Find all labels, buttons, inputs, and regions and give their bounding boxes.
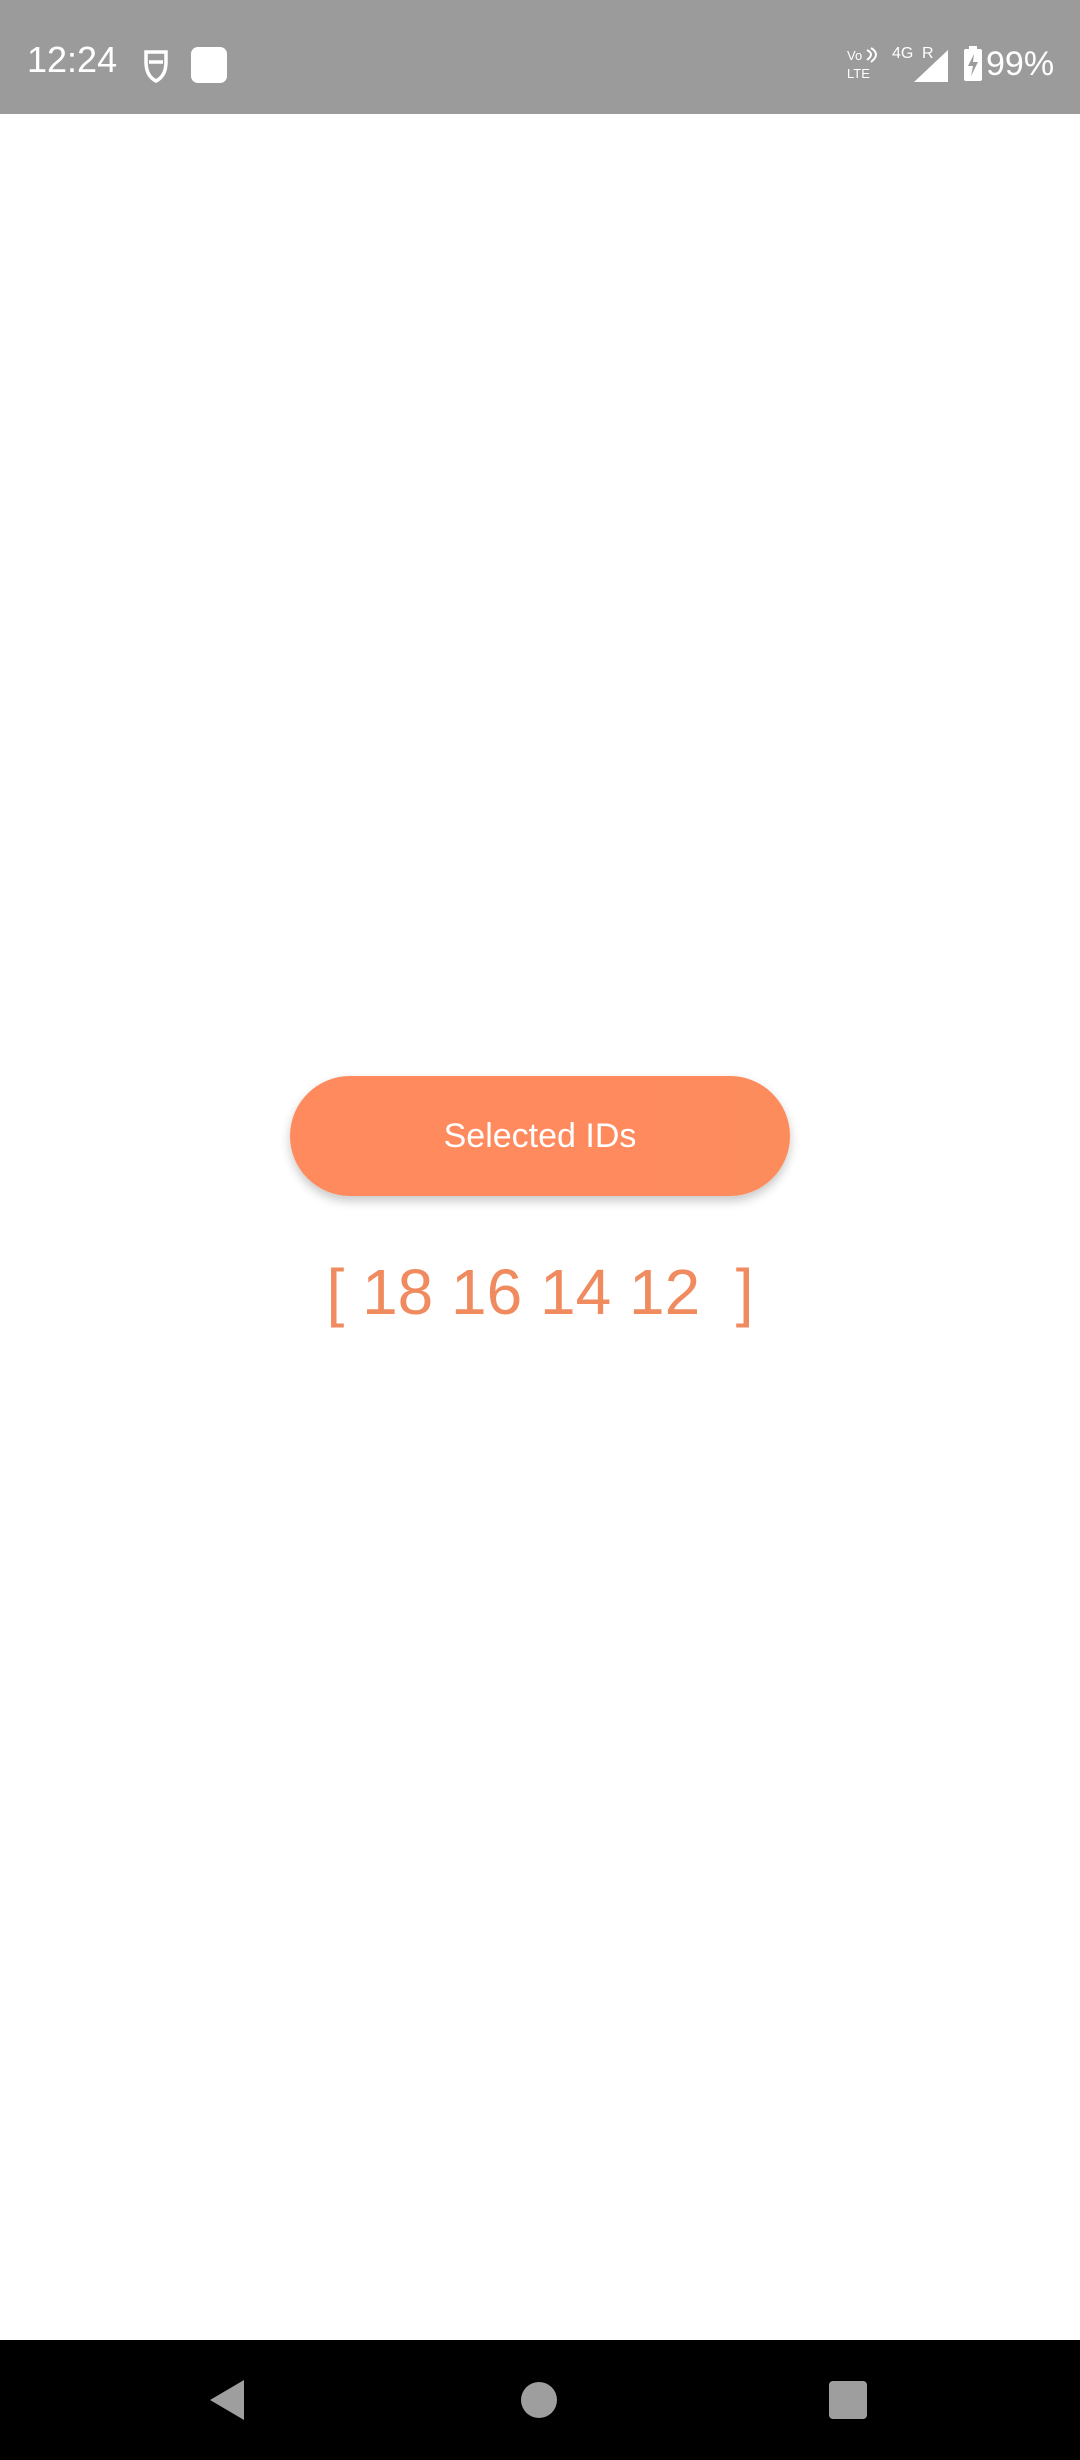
navigation-bar bbox=[0, 2340, 1080, 2460]
app-notification-icon bbox=[190, 46, 228, 89]
recents-icon[interactable] bbox=[818, 2370, 878, 2430]
network-type-label: 4G bbox=[892, 45, 913, 62]
selected-ids-text: [ 18 16 14 12 ] bbox=[326, 1256, 754, 1328]
status-time: 12:24 bbox=[27, 39, 118, 80]
secure-vpn-icon bbox=[140, 48, 172, 89]
volte-icon: Vo LTE bbox=[845, 46, 885, 87]
status-bar: 12:24 Vo LTE 4G R 99% bbox=[0, 0, 1080, 114]
home-icon[interactable] bbox=[509, 2370, 569, 2430]
svg-text:Vo: Vo bbox=[847, 48, 862, 63]
battery-percentage: 99% bbox=[986, 45, 1055, 83]
selected-ids-button[interactable]: Selected IDs bbox=[290, 1076, 790, 1196]
signal-4g-icon: 4G R bbox=[890, 44, 950, 89]
back-icon[interactable] bbox=[198, 2370, 258, 2430]
main-content: Selected IDs [ 18 16 14 12 ] bbox=[0, 114, 1080, 2340]
battery-charging-icon bbox=[963, 46, 983, 87]
svg-text:R: R bbox=[922, 45, 934, 62]
svg-text:LTE: LTE bbox=[847, 66, 870, 81]
